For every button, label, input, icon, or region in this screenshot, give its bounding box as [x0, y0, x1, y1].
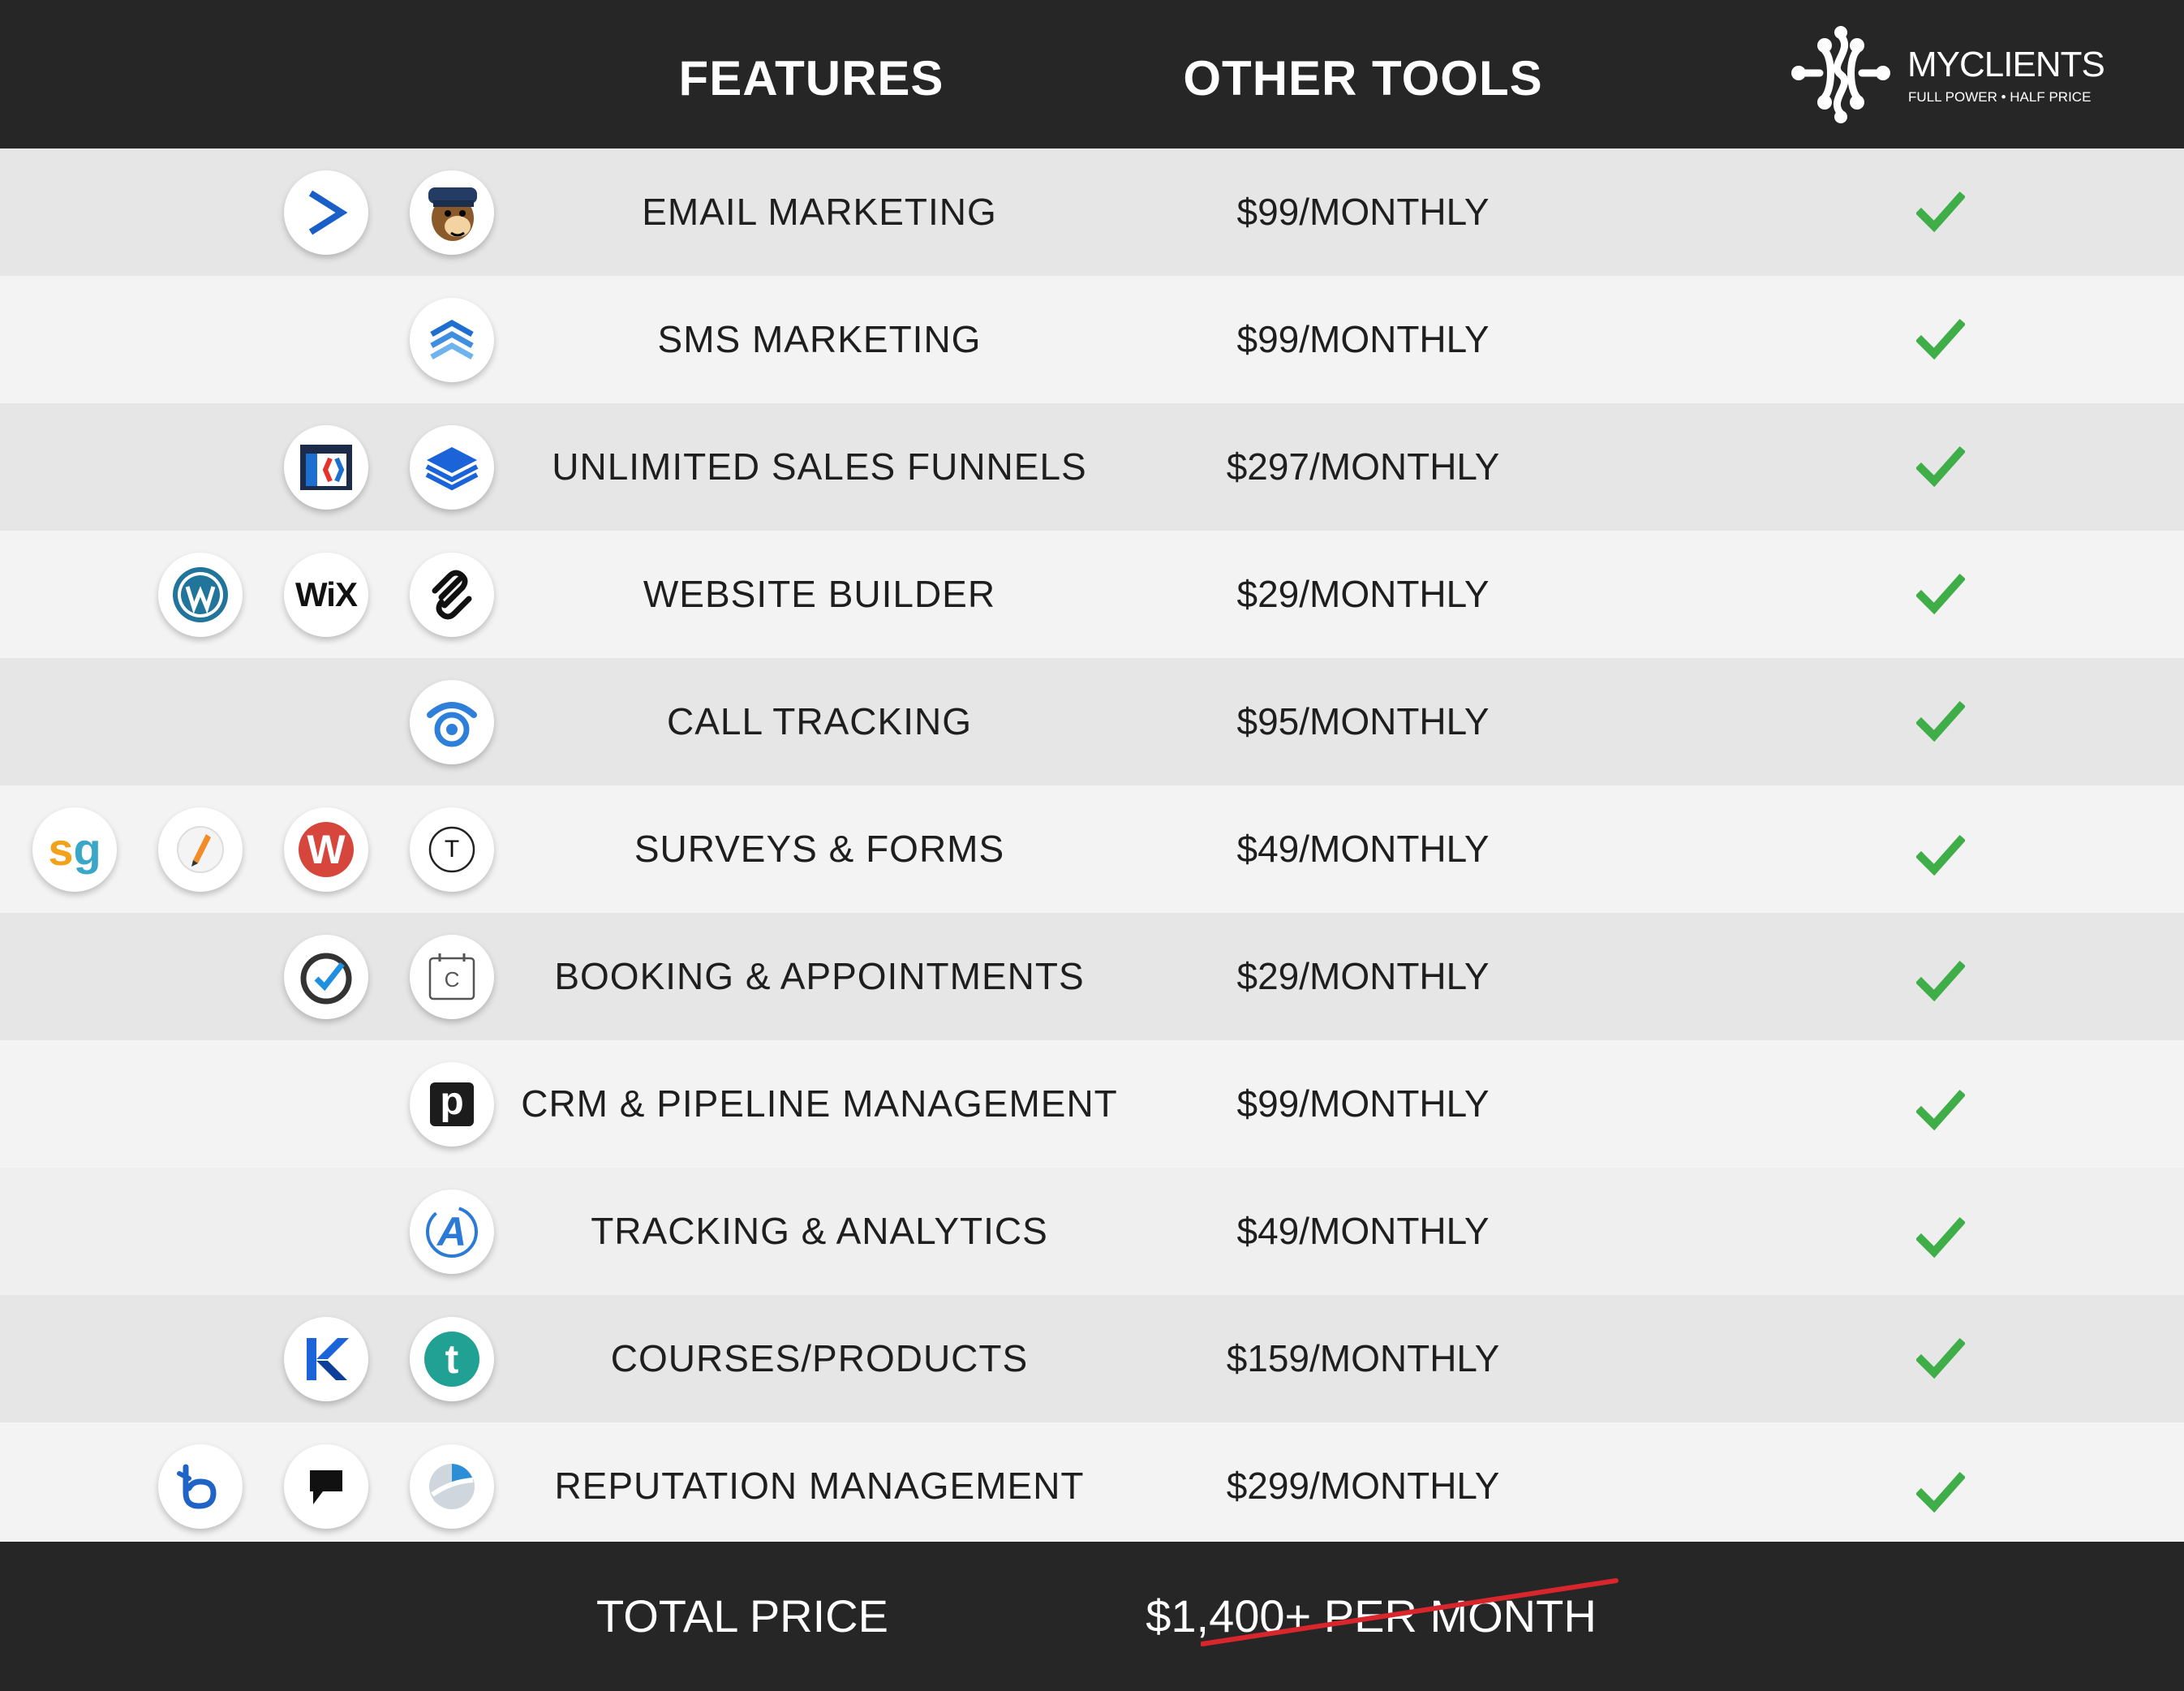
check-icon: [1916, 573, 1965, 615]
table-row: EMAIL MARKETING $99/MONTHLY: [0, 148, 2184, 276]
mailchimp-logo-icon: [410, 170, 494, 255]
check-icon: [1916, 960, 1965, 1002]
brand-tagline: FULL POWER • HALF PRICE: [1908, 89, 2092, 105]
table-row: p CRM & PIPELINE MANAGEMENT $99/MONTHLY: [0, 1040, 2184, 1168]
tool-price: $49/MONTHLY: [1236, 1210, 1490, 1252]
brand-name: MYCLIENTS: [1907, 45, 2105, 84]
layers-logo-icon: [410, 425, 494, 510]
clickfunnels-logo-icon: [284, 425, 368, 510]
podium-logo-icon: [284, 1444, 368, 1529]
tool-price: $95/MONTHLY: [1236, 700, 1490, 742]
tool-price: $49/MONTHLY: [1236, 828, 1490, 870]
feature-name: SURVEYS & FORMS: [634, 828, 1005, 870]
check-icon: [1916, 1216, 1965, 1259]
feature-name: CRM & PIPELINE MANAGEMENT: [521, 1082, 1118, 1125]
table-row: CALL TRACKING $95/MONTHLY: [0, 658, 2184, 785]
calendly-logo-icon: C: [410, 935, 494, 1019]
table-row: C BOOKING & APPOINTMENTS $29/MONTHLY: [0, 913, 2184, 1040]
tool-price: $99/MONTHLY: [1236, 1082, 1490, 1125]
birdeye-logo-icon: [158, 1444, 243, 1529]
feature-table: EMAIL MARKETING $99/MONTHLY SMS MARKETIN…: [0, 148, 2184, 1550]
total-bar: TOTAL PRICE $1,400+ PER MONTH: [0, 1542, 2184, 1691]
table-row: A TRACKING & ANALYTICS $49/MONTHLY: [0, 1168, 2184, 1295]
check-icon: [1916, 700, 1965, 742]
activecampaign-logo-icon: [284, 170, 368, 255]
feature-name: EMAIL MARKETING: [642, 191, 997, 233]
check-icon: [1916, 834, 1965, 876]
check-icon: [1916, 445, 1965, 488]
feature-name: UNLIMITED SALES FUNNELS: [552, 445, 1087, 488]
features-column-title: FEATURES: [678, 51, 944, 105]
wix-logo-icon: WiX: [284, 553, 368, 637]
teachable-logo-icon: t: [410, 1317, 494, 1401]
brand-logo: MYCLIENTS FULL POWER • HALF PRICE: [1789, 26, 2105, 123]
table-row: SMS MARKETING $99/MONTHLY: [0, 276, 2184, 403]
kajabi-logo-icon: [284, 1317, 368, 1401]
pie-logo-icon: [410, 1444, 494, 1529]
feature-name: TRACKING & ANALYTICS: [591, 1210, 1048, 1252]
check-icon: [1916, 191, 1965, 233]
analytics-a-logo-icon: A: [410, 1190, 494, 1274]
check-icon: [1916, 318, 1965, 360]
table-row: t COURSES/PRODUCTS $159/MONTHLY: [0, 1295, 2184, 1422]
tool-price: $29/MONTHLY: [1236, 573, 1490, 615]
checkmark-circle-logo-icon: [284, 935, 368, 1019]
squarespace-logo-icon: [410, 553, 494, 637]
sms-chevrons-logo-icon: [410, 298, 494, 382]
typeform-logo-icon: T: [410, 807, 494, 892]
table-row: UNLIMITED SALES FUNNELS $297/MONTHLY: [0, 403, 2184, 531]
tool-price: $99/MONTHLY: [1236, 191, 1490, 233]
tool-price: $297/MONTHLY: [1226, 445, 1500, 488]
wordpress-logo-icon: [158, 553, 243, 637]
tool-price: $299/MONTHLY: [1226, 1465, 1500, 1507]
feature-name: CALL TRACKING: [667, 700, 972, 742]
feature-name: WEBSITE BUILDER: [643, 573, 996, 615]
feature-name: COURSES/PRODUCTS: [610, 1337, 1029, 1379]
feature-name: BOOKING & APPOINTMENTS: [554, 955, 1085, 997]
check-icon: [1916, 1089, 1965, 1131]
wufoo-logo-icon: W: [284, 807, 368, 892]
table-row: REPUTATION MANAGEMENT $299/MONTHLY: [0, 1422, 2184, 1550]
check-icon: [1916, 1337, 1965, 1379]
total-price-label: TOTAL PRICE: [596, 1590, 888, 1642]
tool-price: $159/MONTHLY: [1226, 1337, 1500, 1379]
table-row: sg W T SURVEYS & FORMS $49/MONTHLY: [0, 785, 2184, 913]
strikethrough-mark: [1201, 1578, 1619, 1646]
brand-mark-icon: [1791, 26, 1890, 123]
pipedrive-logo-icon: p: [410, 1062, 494, 1147]
feature-name: SMS MARKETING: [657, 318, 982, 360]
surveygizmo-logo-icon: sg: [32, 807, 117, 892]
pricing-comparison: FEATURES OTHER TOOLS MYCLIENTS FULL POWE…: [0, 0, 2184, 1691]
feature-name: REPUTATION MANAGEMENT: [554, 1465, 1085, 1507]
table-row: WiX WEBSITE BUILDER $29/MONTHLY: [0, 531, 2184, 658]
header-bar: FEATURES OTHER TOOLS MYCLIENTS FULL POWE…: [0, 0, 2184, 148]
pencil-logo-icon: [158, 807, 243, 892]
check-icon: [1916, 1471, 1965, 1513]
tool-price: $29/MONTHLY: [1236, 955, 1490, 997]
tool-price: $99/MONTHLY: [1236, 318, 1490, 360]
other-tools-column-title: OTHER TOOLS: [1183, 51, 1543, 105]
call-tracking-logo-icon: [410, 680, 494, 764]
